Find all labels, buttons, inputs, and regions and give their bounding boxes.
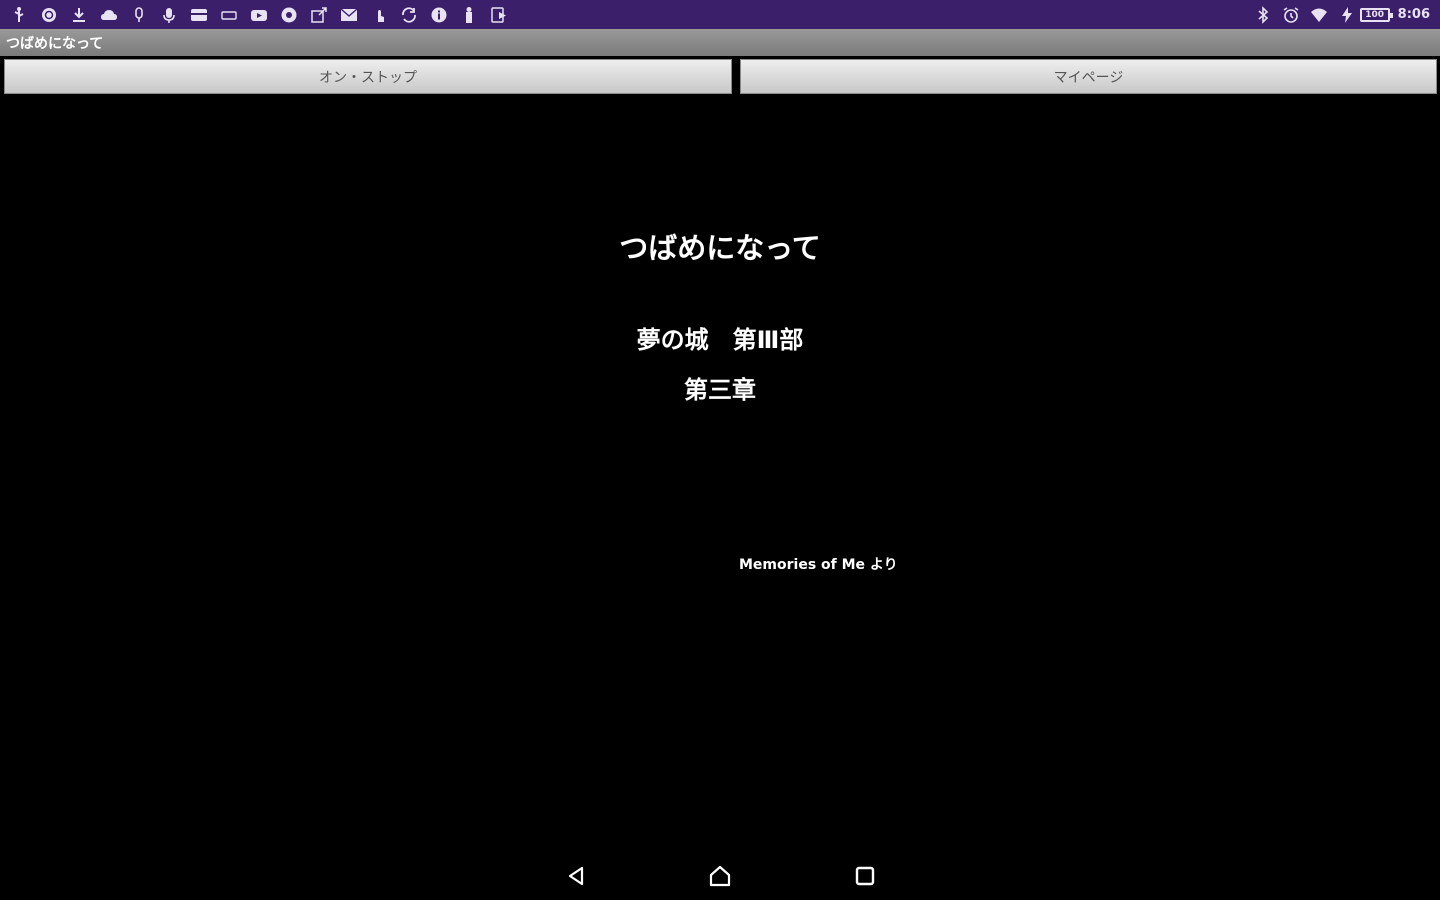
- mic-icon: [160, 6, 178, 24]
- app-title: つばめになって: [6, 35, 104, 52]
- usb-debug-icon: [460, 6, 478, 24]
- back-icon[interactable]: [563, 862, 591, 890]
- source-note: Memories of Me より: [739, 557, 898, 573]
- touch-icon: [370, 6, 388, 24]
- chrome-icon: [280, 6, 298, 24]
- share-icon: [310, 6, 328, 24]
- play-store-icon: [490, 6, 508, 24]
- wifi-icon: [1310, 6, 1328, 24]
- cloud-icon: [100, 6, 118, 24]
- charging-icon: [1338, 6, 1356, 24]
- clock: 8:06: [1397, 7, 1430, 22]
- tab-row: オン・ストップ マイページ: [0, 56, 1440, 96]
- mail-icon: [340, 6, 358, 24]
- status-bar: 100 8:06: [0, 0, 1440, 29]
- story-title: つばめになって: [619, 231, 821, 265]
- story-subtitle: 夢の城 第Ⅲ部: [636, 326, 804, 354]
- navigation-bar: [0, 852, 1440, 900]
- bluetooth-icon: [1254, 5, 1272, 24]
- keyboard-icon: [220, 6, 238, 24]
- card-icon: [190, 6, 208, 24]
- usb-icon: [10, 6, 28, 24]
- info-icon: [430, 6, 448, 24]
- download-icon: [70, 6, 88, 24]
- recent-apps-icon[interactable]: [851, 862, 879, 890]
- story-chapter: 第三章: [684, 376, 756, 404]
- battery-level: 100: [1359, 7, 1393, 22]
- vpn-icon: [40, 6, 58, 24]
- my-page-button[interactable]: マイページ: [740, 59, 1437, 94]
- notification-icons: [10, 6, 520, 24]
- system-icons: 100 8:06: [1244, 5, 1430, 24]
- mic-off-icon: [130, 6, 148, 24]
- sync-icon: [400, 6, 418, 24]
- app-title-bar: つばめになって: [0, 29, 1440, 56]
- on-stop-button[interactable]: オン・ストップ: [4, 59, 732, 94]
- alarm-icon: [1282, 6, 1300, 24]
- screen: 100 8:06 つばめになって オン・ストップ マイページ つばめになって 夢…: [0, 0, 1440, 900]
- youtube-icon: [250, 6, 268, 24]
- home-icon[interactable]: [706, 862, 734, 890]
